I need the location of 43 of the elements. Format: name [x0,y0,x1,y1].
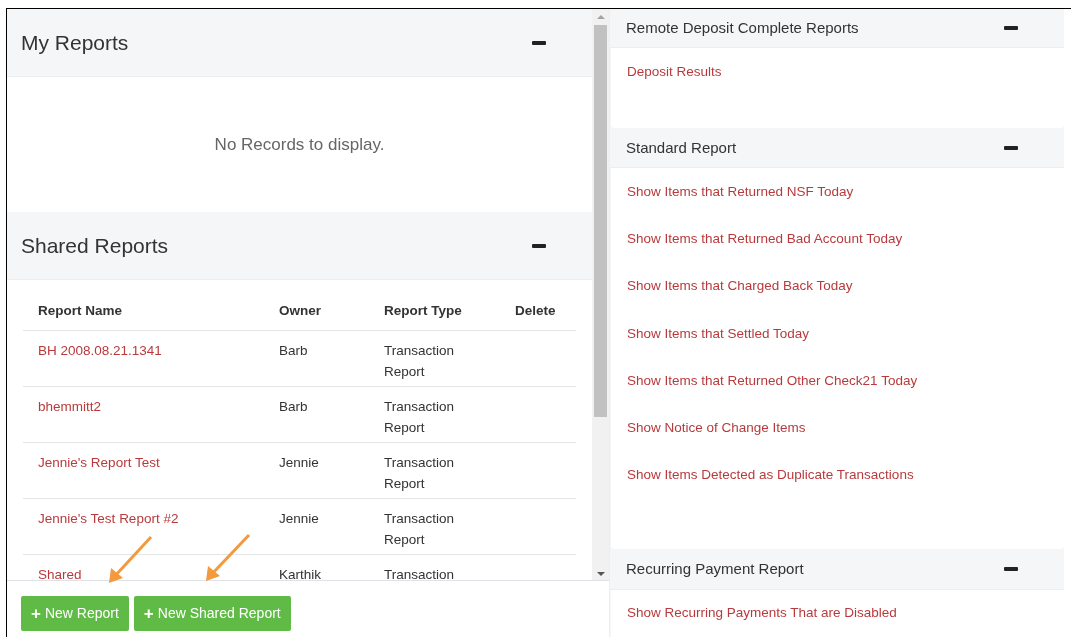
report-link[interactable]: Jennie's Report Test [38,455,160,470]
scrollbar[interactable] [592,9,609,580]
report-type-cell-text: Transaction [384,566,455,580]
panel-title: My Reports [21,29,129,56]
collapse-icon[interactable] [1004,145,1018,150]
owner-cell: Karthik [279,567,322,580]
panel-title: Standard Report [626,137,737,158]
report-link[interactable]: Deposit Results [627,61,722,83]
report-link[interactable]: Shared [38,567,82,580]
report-type-cell-text: Transaction Report [384,454,456,493]
report-type-cell-text: Transaction Report [384,398,456,437]
report-link[interactable]: Show Items that Returned Bad Account Today [627,229,903,250]
owner-cell: Jennie [279,511,319,526]
collapse-icon[interactable] [532,243,546,248]
report-type-cell-text: Transaction Report [384,342,456,381]
report-link[interactable]: Show Items Detected as Duplicate Transactions [627,465,914,486]
collapse-icon[interactable] [1004,26,1018,31]
report-link[interactable]: Jennie's Test Report #2 [38,511,179,526]
report-link[interactable]: Show Notice of Change Items [627,418,806,439]
panel-title: Shared Reports [21,232,169,259]
report-link[interactable]: Show Items that Returned Other Check21 Today [627,370,918,392]
report-link[interactable]: BH 2008.08.21.1341 [38,343,162,358]
owner-cell: Jennie [279,455,319,470]
report-type-cell-text: Transaction Report [384,510,456,549]
plus-icon: + [143,600,154,627]
owner-cell: Barb [279,399,308,414]
column-header: Report Type [384,303,462,318]
owner-cell: Barb [279,343,308,358]
panel-title: Remote Deposit Complete Reports [626,17,859,38]
report-link[interactable]: Show Items that Returned NSF Today [627,181,854,202]
arrow-annotation [109,536,153,583]
collapse-icon[interactable] [1004,567,1018,572]
empty-message: No Records to display. [214,133,385,156]
column-header: Delete [515,303,556,318]
report-link[interactable]: bhemmitt2 [38,399,102,414]
report-link[interactable]: Show Items that Charged Back Today [627,276,853,297]
column-header: Report Name [38,303,123,318]
plus-icon: + [31,600,41,627]
collapse-icon[interactable] [532,40,546,45]
report-link[interactable]: Show Items that Settled Today [627,323,810,344]
column-header: Owner [279,303,321,318]
arrow-annotation [206,533,251,581]
panel-title: Recurring Payment Report [626,559,804,580]
